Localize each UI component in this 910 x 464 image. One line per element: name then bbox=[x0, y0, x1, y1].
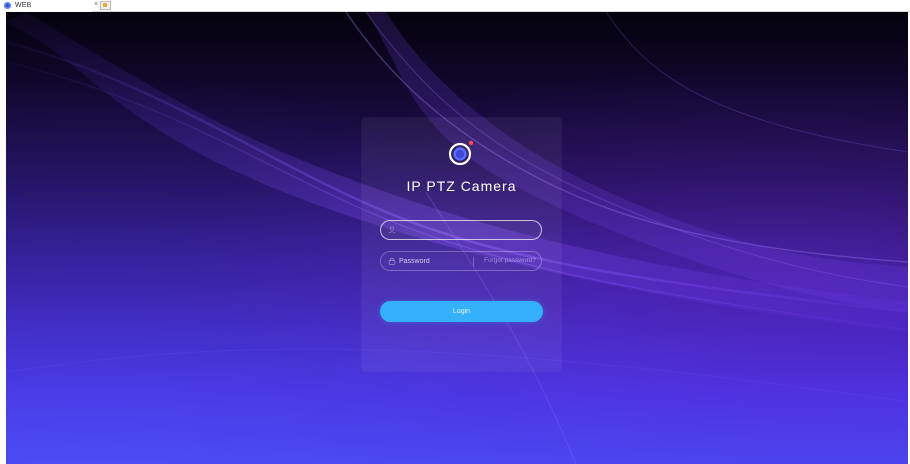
forgot-password-link[interactable]: Forgot password? bbox=[484, 257, 536, 264]
login-card: IP PTZ Camera Forgot password? Login bbox=[362, 118, 561, 371]
lock-icon bbox=[388, 257, 396, 265]
user-icon bbox=[388, 226, 396, 234]
username-input[interactable] bbox=[399, 223, 535, 237]
tab-title: WEB bbox=[15, 2, 32, 9]
browser-tab-bar: WEB × bbox=[0, 0, 910, 12]
tab-close-icon[interactable]: × bbox=[92, 0, 100, 10]
new-tab-icon bbox=[103, 3, 107, 7]
password-field: Forgot password? bbox=[380, 251, 542, 271]
login-button[interactable]: Login bbox=[380, 301, 543, 322]
new-tab-button[interactable] bbox=[100, 1, 111, 10]
browser-tab[interactable]: WEB bbox=[0, 0, 92, 12]
username-field bbox=[380, 220, 542, 240]
app-window: WEB × IP PTZ Camera Forgot password? Log… bbox=[0, 0, 910, 464]
favicon-icon bbox=[4, 2, 11, 9]
login-page: IP PTZ Camera Forgot password? Login bbox=[6, 12, 908, 464]
page-title: IP PTZ Camera bbox=[406, 178, 517, 194]
password-input[interactable] bbox=[399, 254, 469, 268]
camera-lens-icon bbox=[448, 140, 474, 166]
field-divider bbox=[473, 257, 474, 266]
